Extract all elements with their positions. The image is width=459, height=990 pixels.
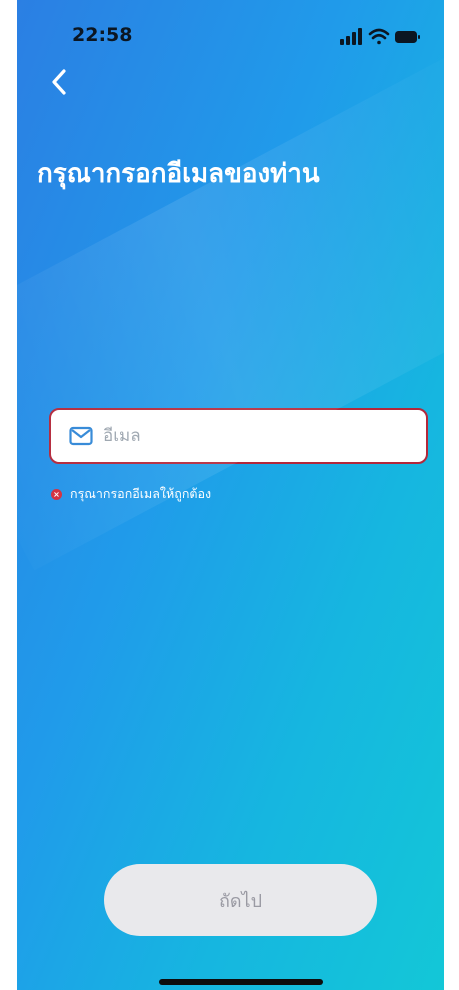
status-bar: 22:58 [17,0,444,70]
page-title: กรุณากรอกอีเมลของท่าน [37,159,320,189]
status-time: 22:58 [72,24,133,46]
app-screen: 22:58 กรุณากรอกอีเมลของท่าน อีเมล × กรุณ… [17,0,444,990]
email-input[interactable] [103,410,426,462]
next-button[interactable]: ถัดไป [104,864,377,936]
chevron-left-icon [52,69,66,95]
error-x-icon: × [51,488,62,500]
status-icons [340,28,420,45]
home-indicator [159,979,323,985]
back-button[interactable] [39,62,79,102]
email-error: × กรุณากรอกอีเมลให้ถูกต้อง [51,484,211,504]
error-message: กรุณากรอกอีเมลให้ถูกต้อง [70,486,212,501]
battery-icon [395,31,420,43]
signal-icon [340,28,362,45]
wifi-icon [368,28,390,45]
mail-icon [69,426,93,446]
email-field[interactable] [49,408,428,464]
